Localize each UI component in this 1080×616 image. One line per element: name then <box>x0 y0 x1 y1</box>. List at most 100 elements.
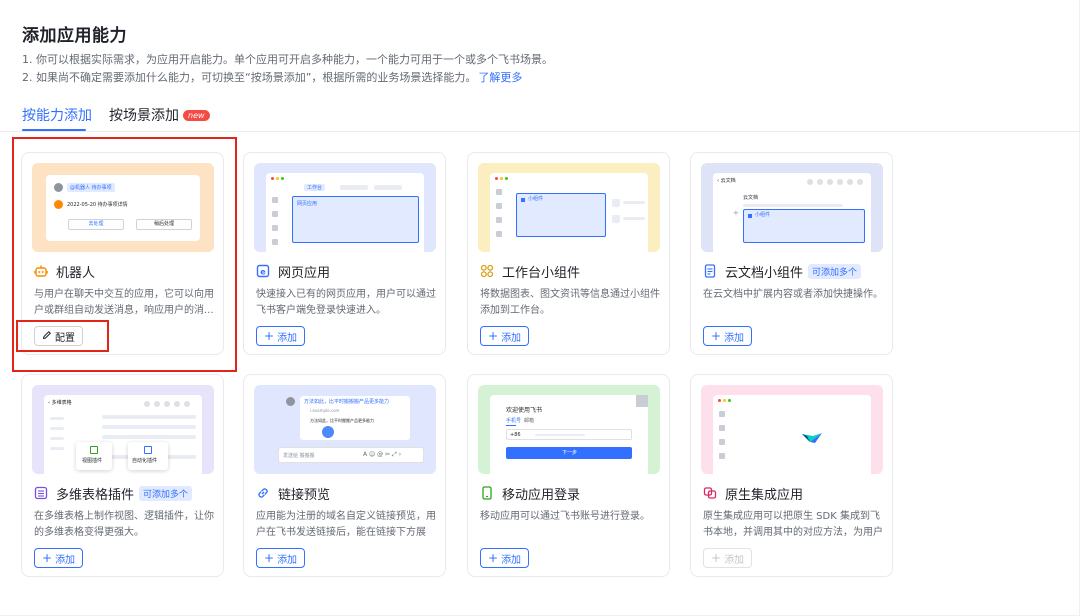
preview-plugin-b-label: 自动化插件 <box>132 458 158 464</box>
card-header: 移动应用登录 <box>480 483 580 503</box>
preview-input-text: 发送给 搬搬搬 <box>283 453 315 459</box>
svg-text:e: e <box>260 268 266 277</box>
card-title: 工作台小组件 <box>502 265 581 281</box>
preview-phone-field: +86 <box>506 429 632 440</box>
preview-tab-a: 手机号 <box>506 418 522 424</box>
multi-add-badge: 可添加多个 <box>808 263 862 279</box>
card-description: 快速接入已有的网页应用，用户可以通过飞书客户端免登录快速进入。 <box>256 289 436 316</box>
card-header: 云文档小组件 可添加多个 <box>703 261 862 281</box>
mobile-icon <box>480 486 494 500</box>
card-description: 移动应用可以通过飞书账号进行登录。 <box>480 511 650 522</box>
preview-box: 小组件 <box>743 209 865 243</box>
learn-more-link[interactable]: 了解更多 <box>478 71 522 84</box>
plus-icon: + <box>488 329 499 343</box>
link-icon <box>256 486 270 500</box>
new-badge: new <box>183 110 210 121</box>
tab-by-scenario[interactable]: 按场景添加 new <box>109 105 210 125</box>
plus-icon: + <box>711 329 722 343</box>
card-title: 云文档小组件 <box>725 265 804 281</box>
add-button[interactable]: + 添加 <box>34 548 84 568</box>
card-title: 链接预览 <box>278 487 331 503</box>
highlight-box-configure-button <box>16 320 109 352</box>
preview-header-text: 多维表格 <box>51 400 72 406</box>
preview-box-label: 小组件 <box>755 212 771 218</box>
card-header: 多维表格插件 可添加多个 <box>34 483 193 503</box>
cursor-dot <box>322 426 334 438</box>
capability-card-link-preview[interactable]: 方法如此，比平时搬搬搬产品更多能力 i.example.com 方法如此，比平时… <box>243 374 446 577</box>
card-description: 在云文档中扩展内容或者添加快捷操作。 <box>703 289 883 300</box>
table-icon <box>34 486 48 500</box>
preview-box-label: 小组件 <box>528 196 544 202</box>
web-icon: e <box>256 264 270 278</box>
widget-icon <box>480 264 494 278</box>
capability-card-doc-widget[interactable]: ‹ 云文档 云文档 + 小组件 云文档小组件 可添加多个 在云文档中扩展内容或者… <box>690 152 893 355</box>
capability-card-mobile-login[interactable]: 欢迎使用飞书 手机号 邮箱 +86 下一步 移动应用登录 移动应用可以通过飞书账… <box>467 374 670 577</box>
preview-input: 发送给 搬搬搬 A ☺ @ ✂ ⤢ › <box>278 447 424 463</box>
card-thumbnail: 小组件 <box>478 163 660 252</box>
preview-tab: 工作台 <box>304 184 326 191</box>
add-button[interactable]: + 添加 <box>256 548 306 568</box>
preview-header: ‹ 多维表格 <box>48 400 72 406</box>
card-title: 原生集成应用 <box>725 487 804 503</box>
preview-card-text: 方法如此，比平时搬搬产品更多能力 <box>310 418 374 423</box>
plus-icon: + <box>711 551 722 565</box>
card-description: 应用能为注册的域名自定义链接预览，用户在飞书发送链接后，能在链接下方展示... <box>256 511 436 538</box>
card-description: 在多维表格上制作视图、逻辑插件，让你的多维表格变得更强大。 <box>34 511 214 538</box>
add-button[interactable]: + 添加 <box>256 326 306 346</box>
preview-code: +86 <box>510 432 521 438</box>
preview-message: 方法如此，比平时搬搬搬产品更多能力 i.example.com 方法如此，比平时… <box>300 396 410 440</box>
preview-next-button: 下一步 <box>506 447 632 459</box>
plus-icon: + <box>42 551 53 565</box>
card-thumbnail: ‹ 多维表格 视图插件 自动化插件 <box>32 385 214 474</box>
capability-card-workplace-widget[interactable]: 小组件 工作台小组件 将数据图表、图文资讯等信息通过小组件添加到工作台。 + 添… <box>467 152 670 355</box>
preview-heading: 欢迎使用飞书 <box>506 407 543 414</box>
native-app-icon <box>703 486 717 500</box>
preview-header: ‹ 云文档 <box>717 178 736 184</box>
capability-card-web-app[interactable]: 工作台 网页应用 e 网页应用 快速接入已有的网页应用，用户可以通过飞书客户端免… <box>243 152 446 355</box>
button-label: 添加 <box>277 332 298 344</box>
tab-label: 按场景添加 <box>109 108 179 124</box>
card-title: 移动应用登录 <box>502 487 581 503</box>
card-thumbnail: 工作台 网页应用 <box>254 163 436 252</box>
preview-plugin-a-label: 视图插件 <box>82 458 103 464</box>
doc-icon <box>703 264 717 278</box>
page-title: 添加应用能力 <box>22 26 127 46</box>
capability-card-native-integration[interactable]: 原生集成应用 原生集成应用可以把原生 SDK 集成到飞书本地，并调用其中的对应方… <box>690 374 893 577</box>
card-thumbnail: 欢迎使用飞书 手机号 邮箱 +86 下一步 <box>478 385 660 474</box>
card-thumbnail: ‹ 云文档 云文档 + 小组件 <box>701 163 883 252</box>
capability-card-base-plugin[interactable]: ‹ 多维表格 视图插件 自动化插件 多维表格插件 可添加多个 在多维表格上制作视… <box>21 374 224 577</box>
card-title: 多维表格插件 <box>56 487 135 503</box>
add-button[interactable]: + 添加 <box>480 326 530 346</box>
preview-tab-b: 邮箱 <box>524 418 535 424</box>
page-description-2: 2. 如果尚不确定需要添加什么能力，可切换至“按场景添加”，根据所需的业务场景选… <box>22 69 522 85</box>
card-title: 网页应用 <box>278 265 331 281</box>
preview-plugin-b: 自动化插件 <box>128 442 168 470</box>
button-label: 添加 <box>501 554 522 566</box>
plus-icon: + <box>264 551 275 565</box>
add-button[interactable]: + 添加 <box>480 548 530 568</box>
button-label: 添加 <box>724 332 745 344</box>
add-button-disabled[interactable]: + 添加 <box>703 548 753 568</box>
preview-msg-text: 方法如此，比平时搬搬搬产品更多能力 <box>304 399 390 405</box>
add-button[interactable]: + 添加 <box>703 326 753 346</box>
tab-by-capability[interactable]: 按能力添加 <box>22 105 92 125</box>
button-label: 添加 <box>277 554 298 566</box>
card-header: e 网页应用 <box>256 261 330 281</box>
tab-bar: 按能力添加 按场景添加 new <box>0 96 1080 132</box>
avatar <box>286 397 295 406</box>
preview-header-text: 云文档 <box>720 178 736 184</box>
preview-next-label: 下一步 <box>562 450 578 456</box>
preview-box: 网页应用 <box>292 196 419 243</box>
button-label: 添加 <box>55 554 76 566</box>
plus-icon: + <box>264 329 275 343</box>
qr-corner <box>636 395 648 407</box>
card-thumbnail: 方法如此，比平时搬搬搬产品更多能力 i.example.com 方法如此，比平时… <box>254 385 436 474</box>
card-description: 将数据图表、图文资讯等信息通过小组件添加到工作台。 <box>480 289 660 316</box>
card-header: 链接预览 <box>256 483 330 503</box>
preview-box-label: 网页应用 <box>297 201 318 207</box>
button-label: 添加 <box>724 554 745 566</box>
multi-add-badge: 可添加多个 <box>139 485 193 501</box>
card-thumbnail <box>701 385 883 474</box>
card-header: 原生集成应用 <box>703 483 803 503</box>
preview-url: i.example.com <box>310 408 340 413</box>
